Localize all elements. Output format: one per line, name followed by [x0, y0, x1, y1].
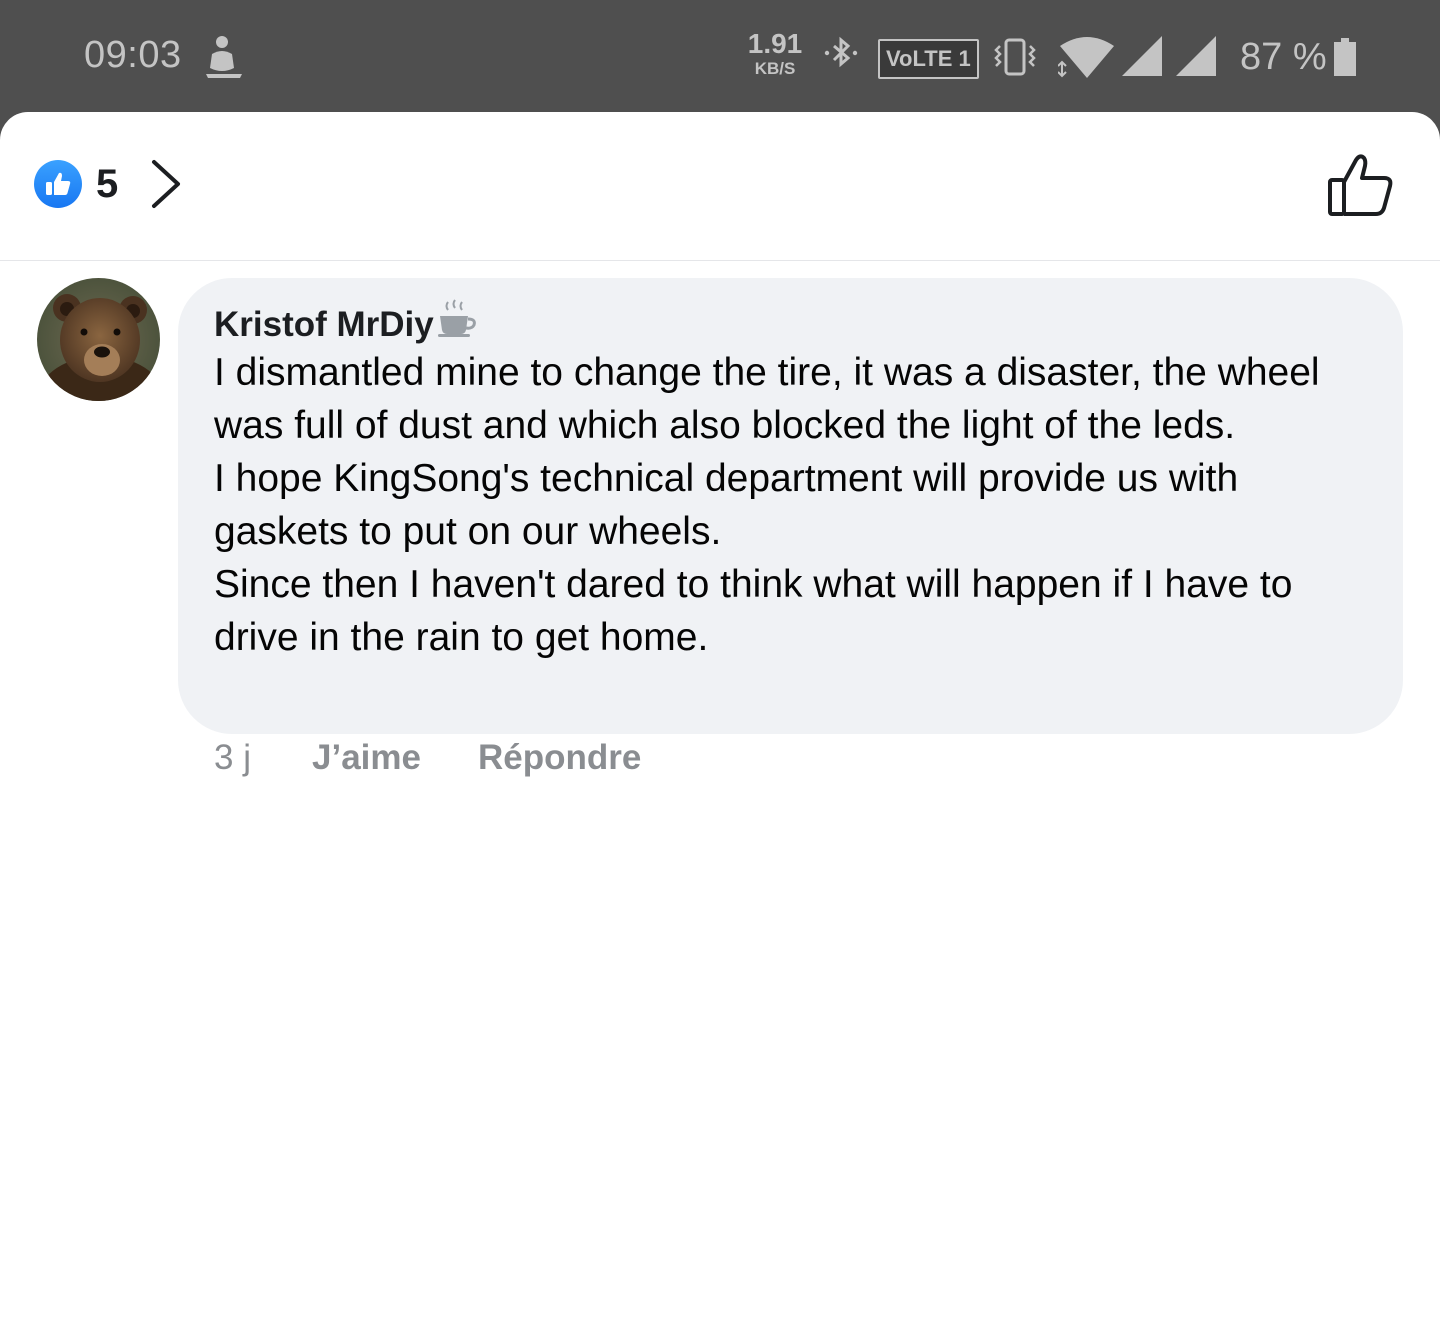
- network-speed: 1.91 KB/S: [744, 28, 806, 78]
- reactions-header: 5: [0, 112, 1440, 261]
- chevron-right-icon[interactable]: [148, 158, 182, 210]
- comment-author[interactable]: Kristof MrDiy: [214, 298, 478, 345]
- battery-percent: 87 %: [1240, 36, 1327, 78]
- like-reaction-badge[interactable]: [34, 160, 82, 208]
- bear-avatar-image: [37, 278, 160, 401]
- comment-paragraph: I dismantled mine to change the tire, it…: [214, 351, 1320, 447]
- signal-icon: [1176, 36, 1216, 76]
- reaction-count[interactable]: 5: [96, 162, 118, 207]
- volte-icon: VoLTE 1: [878, 39, 979, 79]
- like-comment-link[interactable]: J’aime: [312, 738, 421, 778]
- coffee-cup-icon: [437, 299, 476, 337]
- comment-paragraph: Since then I haven't dared to think what…: [214, 563, 1293, 659]
- comment-timestamp[interactable]: 3 j: [214, 738, 251, 778]
- network-speed-unit: KB/S: [754, 59, 796, 78]
- bluetooth-icon: [824, 36, 858, 68]
- app-notification-icon: [206, 36, 242, 78]
- status-bar: 09:03 1.91 KB/S VoLTE 1 87 %: [0, 0, 1440, 120]
- signal-icon: [1122, 36, 1162, 76]
- comment-sheet: 5 Kristof MrDiy I dismantled mine to cha…: [0, 112, 1440, 1324]
- comment-bubble[interactable]: Kristof MrDiy I dismantled mine to chang…: [178, 278, 1403, 734]
- comment-paragraph: I hope KingSong's technical department w…: [214, 457, 1239, 553]
- wifi-icon: [1058, 37, 1114, 78]
- like-button-icon[interactable]: [1326, 152, 1394, 218]
- author-name[interactable]: Kristof MrDiy: [214, 305, 434, 344]
- thumbs-up-icon: [46, 172, 71, 195]
- vibrate-icon: [994, 38, 1036, 76]
- comment-text: I dismantled mine to change the tire, it…: [214, 346, 1374, 664]
- status-time: 09:03: [84, 34, 182, 76]
- network-speed-value: 1.91: [747, 28, 803, 59]
- reply-comment-link[interactable]: Répondre: [478, 738, 641, 778]
- battery-icon: [1334, 38, 1356, 76]
- avatar[interactable]: [37, 278, 160, 401]
